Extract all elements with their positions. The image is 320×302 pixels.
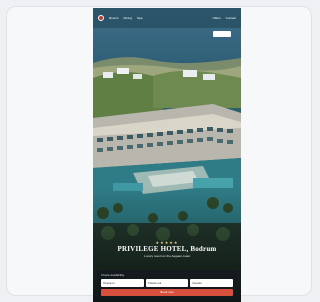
nav-link-contact[interactable]: Contact bbox=[226, 16, 236, 20]
booking-widget: Check availability Check-in Check-out Gu… bbox=[97, 270, 237, 300]
booking-label: Check availability bbox=[101, 273, 125, 277]
hotel-title: PRIVILEGE HOTEL, Bodrum bbox=[117, 245, 217, 253]
guests-field[interactable]: Guests bbox=[190, 279, 234, 287]
hotel-subtitle: Luxury resort on the Aegean coast bbox=[144, 254, 190, 258]
top-navigation: Rooms Dining Spa Offers Contact bbox=[93, 8, 241, 28]
nav-right-group: Offers Contact bbox=[213, 16, 236, 20]
nav-link-spa[interactable]: Spa bbox=[137, 16, 142, 20]
reserve-button[interactable] bbox=[213, 31, 231, 37]
mobile-page-preview[interactable]: Rooms Dining Spa Offers Contact ★★★★★ PR… bbox=[93, 8, 241, 302]
book-now-button[interactable]: Book now bbox=[101, 289, 233, 296]
hero-text-block: ★★★★★ PRIVILEGE HOTEL, Bodrum Luxury res… bbox=[93, 240, 241, 259]
brand-logo[interactable] bbox=[98, 15, 104, 21]
booking-fields: Check-in Check-out Guests bbox=[101, 279, 234, 287]
nav-link-rooms[interactable]: Rooms bbox=[109, 16, 119, 20]
check-out-field[interactable]: Check-out bbox=[145, 279, 189, 287]
nav-link-offers[interactable]: Offers bbox=[213, 16, 221, 20]
nav-link-dining[interactable]: Dining bbox=[124, 16, 133, 20]
check-in-field[interactable]: Check-in bbox=[101, 279, 144, 287]
